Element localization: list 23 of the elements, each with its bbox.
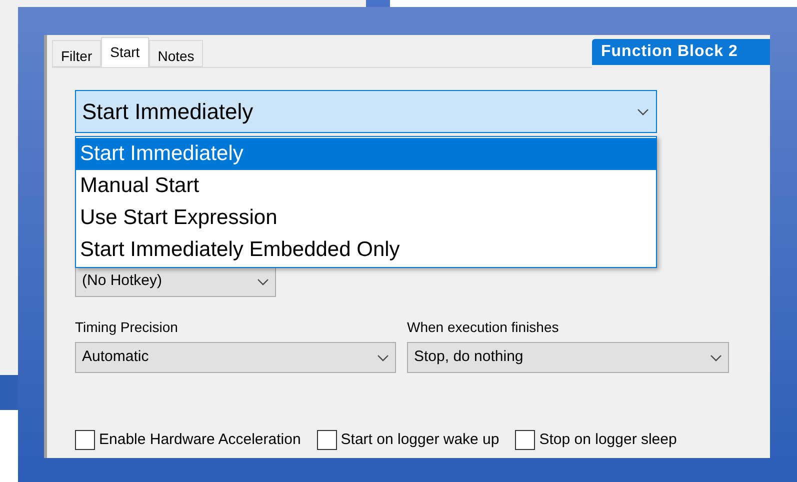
field-label: Timing Precision [75, 318, 179, 337]
dropdown-option[interactable]: Use Start Expression [76, 202, 656, 234]
tab[interactable]: Filter [52, 40, 102, 67]
checkbox[interactable]: Stop on logger sleep [515, 429, 677, 452]
tab[interactable]: Notes [148, 40, 204, 67]
checkbox[interactable]: Enable Hardware Acceleration [75, 429, 301, 452]
hotkey-select[interactable]: (No Hotkey) [75, 266, 276, 297]
dropdown-option[interactable]: Start Immediately [76, 138, 656, 170]
dropdown-option[interactable]: Manual Start [76, 170, 656, 202]
chevron-down-icon [377, 354, 389, 362]
window-edge [0, 375, 18, 410]
chevron-down-icon [636, 108, 650, 116]
window-edge [366, 0, 390, 7]
chevron-down-icon [257, 278, 269, 286]
block-title: Function Block 2 [592, 39, 770, 65]
chevron-down-icon [710, 354, 722, 362]
field-label: When execution finishes [407, 318, 560, 337]
tab[interactable]: Start [101, 37, 149, 67]
start-mode-select[interactable]: Start Immediately [75, 90, 657, 133]
timing-select[interactable]: Automatic [75, 342, 396, 373]
checkbox[interactable]: Start on logger wake up [316, 429, 500, 452]
dropdown-option[interactable]: Start Immediately Embedded Only [76, 234, 656, 266]
finish-action-select[interactable]: Stop, do nothing [407, 342, 729, 373]
